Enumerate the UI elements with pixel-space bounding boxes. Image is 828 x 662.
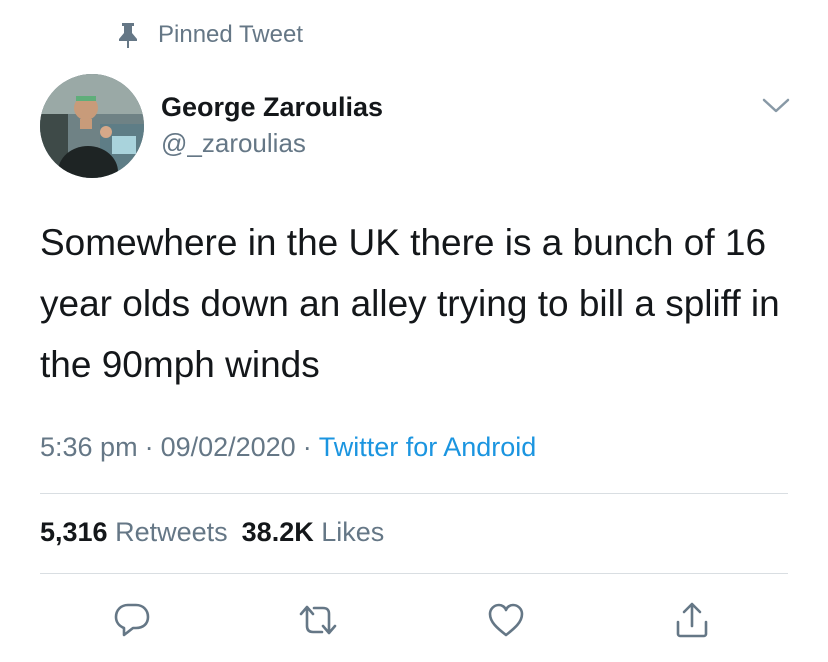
tweet-source-link[interactable]: Twitter for Android [319,432,537,462]
retweets-count: 5,316 [40,517,108,547]
divider [40,573,788,574]
retweet-icon[interactable] [296,600,340,640]
share-icon[interactable] [670,600,714,640]
likes-label: Likes [321,517,385,547]
tweet-text: Somewhere in the UK there is a bunch of … [40,222,780,385]
meta-separator: · [144,432,154,462]
tweet-meta: 5:36 pm · 09/02/2020 · Twitter for Android [40,432,536,463]
pinned-label: Pinned Tweet [158,21,303,48]
tweet-stats: 5,316 Retweets 38.2K Likes [40,517,384,548]
tweet-time[interactable]: 5:36 pm [40,432,138,462]
tweet-date[interactable]: 09/02/2020 [161,432,296,462]
author-handle[interactable]: @_zaroulias [161,128,306,159]
pinned-tweet-header: Pinned Tweet [116,20,303,50]
likes-count: 38.2K [241,517,314,547]
retweets-stat[interactable]: 5,316 Retweets [40,517,228,547]
author-name[interactable]: George Zaroulias [161,92,383,123]
heart-icon[interactable] [484,600,528,640]
meta-separator: · [302,432,312,462]
likes-stat[interactable]: 38.2K Likes [242,517,385,547]
avatar[interactable] [40,74,144,178]
divider [40,493,788,494]
retweets-label: Retweets [115,517,228,547]
reply-icon[interactable] [110,600,154,640]
pin-icon [116,20,140,50]
chevron-down-icon[interactable] [762,96,790,116]
